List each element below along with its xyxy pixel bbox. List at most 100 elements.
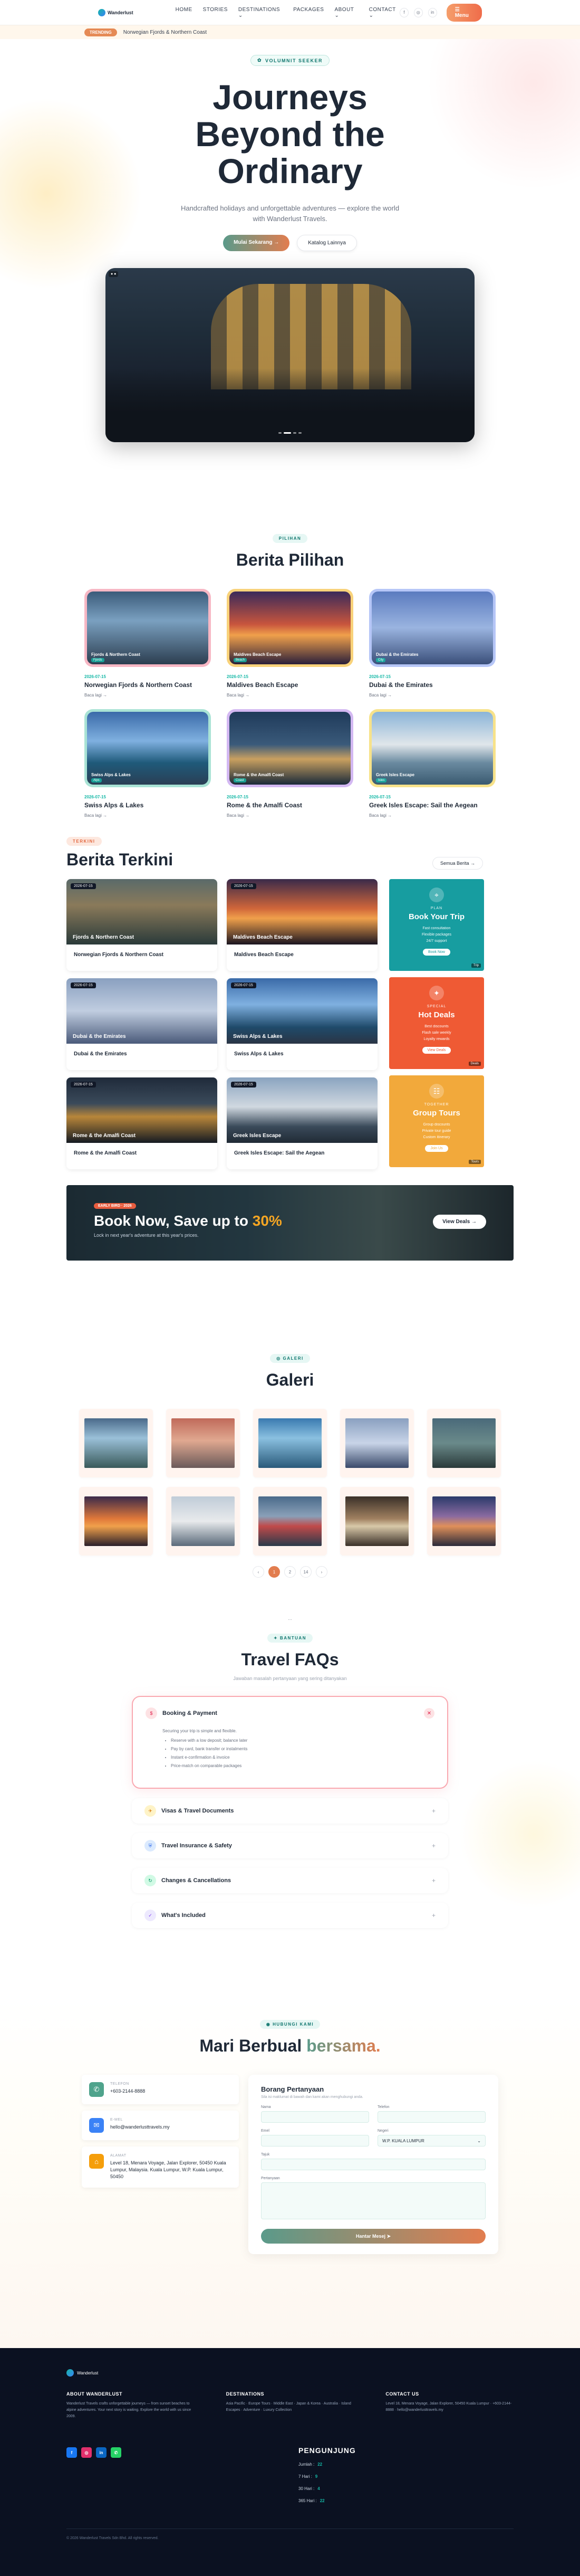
- gallery-image[interactable]: [171, 1496, 235, 1546]
- carousel-dot-active[interactable]: [284, 432, 291, 434]
- hero-catalog-button[interactable]: Katalog Lainnya: [297, 235, 357, 251]
- featured-card[interactable]: Rome & the Amalfi Coast Coast 2026-07-15 Ro…: [227, 709, 353, 818]
- gallery-image[interactable]: [171, 1418, 235, 1468]
- facebook-icon[interactable]: f: [66, 2447, 77, 2458]
- nav-item-about[interactable]: ABOUT ⌄: [334, 7, 358, 18]
- latest-card-image[interactable]: 2026-07-15 Rome & the Amalfi Coast: [66, 1077, 217, 1143]
- featured-card-title[interactable]: Norwegian Fjords & Northern Coast: [84, 681, 211, 689]
- latest-card-title[interactable]: Norwegian Fjords & Northern Coast: [66, 944, 217, 965]
- gallery-item[interactable]: [340, 1409, 414, 1477]
- featured-card[interactable]: Maldives Beach Escape Beach 2026-07-15 Mald…: [227, 589, 353, 698]
- featured-card-title[interactable]: Swiss Alps & Lakes: [84, 802, 211, 809]
- featured-card[interactable]: Dubai & the Emirates City 2026-07-15 Dubai …: [369, 589, 496, 698]
- gallery-item[interactable]: [79, 1409, 153, 1477]
- latest-card-image[interactable]: 2026-07-15 Fjords & Northern Coast: [66, 879, 217, 944]
- faq-item[interactable]: ↻ Changes & Cancellations +: [132, 1868, 448, 1893]
- nav-item-destinations[interactable]: DESTINATIONS ⌄: [238, 7, 283, 18]
- prev-page-icon[interactable]: ‹: [253, 1566, 264, 1578]
- read-more-link[interactable]: Baca lagi →: [227, 813, 353, 818]
- read-more-link[interactable]: Baca lagi →: [84, 693, 211, 698]
- gallery-item[interactable]: [166, 1409, 240, 1477]
- faq-item-open[interactable]: $ Booking & Payment ✕ Securing your trip…: [132, 1696, 448, 1789]
- read-more-link[interactable]: Baca lagi →: [369, 693, 496, 698]
- latest-card-image[interactable]: 2026-07-15 Swiss Alps & Lakes: [227, 978, 378, 1044]
- gallery-image[interactable]: [258, 1418, 322, 1468]
- featured-card-image[interactable]: Greek Isles Escape Isles: [372, 712, 493, 785]
- gallery-item[interactable]: [79, 1487, 153, 1556]
- phone-input[interactable]: [378, 2111, 486, 2123]
- gallery-image[interactable]: [345, 1496, 409, 1546]
- featured-card-image[interactable]: Dubai & the Emirates City: [372, 591, 493, 664]
- latest-card[interactable]: 2026-07-15 Fjords & Northern Coast Norwegi…: [66, 879, 217, 971]
- menu-button[interactable]: ☰ Menu: [446, 3, 482, 22]
- latest-card-title[interactable]: Swiss Alps & Lakes: [227, 1044, 378, 1064]
- featured-card-title[interactable]: Rome & the Amalfi Coast: [227, 802, 353, 809]
- contact-info-value[interactable]: Level 18, Menara Voyage, Jalan Explorer,…: [110, 2160, 231, 2180]
- banner-view-deals-button[interactable]: View Deals →: [433, 1215, 486, 1229]
- all-news-button[interactable]: Semua Berita →: [432, 857, 483, 870]
- promo-button[interactable]: Book Now: [423, 949, 450, 956]
- page-button[interactable]: 14: [300, 1566, 312, 1578]
- whatsapp-icon[interactable]: ✆: [111, 2447, 121, 2458]
- nav-item-packages[interactable]: PACKAGES: [293, 7, 324, 18]
- gallery-item[interactable]: [253, 1487, 327, 1556]
- state-select[interactable]: W.P. KUALA LUMPUR ⌄: [378, 2135, 486, 2146]
- featured-card-title[interactable]: Dubai & the Emirates: [369, 681, 496, 689]
- name-input[interactable]: [261, 2111, 369, 2123]
- hero-start-button[interactable]: Mulai Sekarang →: [223, 235, 290, 251]
- gallery-item[interactable]: [166, 1487, 240, 1556]
- faq-item[interactable]: ⛨ Travel Insurance & Safety +: [132, 1833, 448, 1858]
- read-more-link[interactable]: Baca lagi →: [369, 813, 496, 818]
- page-button[interactable]: 2: [284, 1566, 296, 1578]
- featured-card-title[interactable]: Maldives Beach Escape: [227, 681, 353, 689]
- featured-card-image[interactable]: Swiss Alps & Lakes Alps: [87, 712, 208, 785]
- latest-card-image[interactable]: 2026-07-15 Greek Isles Escape: [227, 1077, 378, 1143]
- linkedin-icon[interactable]: in: [428, 7, 437, 17]
- featured-card-image[interactable]: Rome & the Amalfi Coast Coast: [229, 712, 351, 785]
- hero-carousel[interactable]: ● ●: [105, 268, 475, 442]
- plus-icon[interactable]: +: [432, 1912, 436, 1919]
- gallery-item[interactable]: [340, 1487, 414, 1556]
- gallery-image[interactable]: [432, 1496, 496, 1546]
- nav-item-stories[interactable]: STORIES: [203, 7, 228, 18]
- instagram-icon[interactable]: ◎: [413, 7, 423, 17]
- latest-card-title[interactable]: Rome & the Amalfi Coast: [66, 1143, 217, 1163]
- contact-info-value[interactable]: hello@wanderlusttravels.my: [110, 2124, 170, 2131]
- gallery-item[interactable]: [253, 1409, 327, 1477]
- gallery-image[interactable]: [258, 1496, 322, 1546]
- read-more-link[interactable]: Baca lagi →: [227, 693, 353, 698]
- facebook-icon[interactable]: f: [399, 7, 409, 17]
- gallery-item[interactable]: [427, 1487, 501, 1556]
- latest-card[interactable]: 2026-07-15 Greek Isles Escape Greek Isles …: [227, 1077, 378, 1169]
- subject-input[interactable]: [261, 2159, 486, 2170]
- gallery-image[interactable]: [84, 1418, 148, 1468]
- featured-card[interactable]: Fjords & Northern Coast Fjords 2026-07-15 N…: [84, 589, 211, 698]
- latest-card-title[interactable]: Dubai & the Emirates: [66, 1044, 217, 1064]
- trending-text[interactable]: Norwegian Fjords & Northern Coast: [123, 30, 207, 35]
- contact-info-value[interactable]: +603-2144-8888: [110, 2088, 145, 2095]
- latest-card-title[interactable]: Maldives Beach Escape: [227, 944, 378, 965]
- close-icon[interactable]: ✕: [424, 1708, 434, 1719]
- featured-card[interactable]: Greek Isles Escape Isles 2026-07-15 Greek I…: [369, 709, 496, 818]
- faq-item[interactable]: ✓ What's Included +: [132, 1903, 448, 1928]
- next-page-icon[interactable]: ›: [316, 1566, 327, 1578]
- read-more-link[interactable]: Baca lagi →: [84, 813, 211, 818]
- latest-card[interactable]: 2026-07-15 Rome & the Amalfi Coast Rome & …: [66, 1077, 217, 1169]
- page-button-active[interactable]: 1: [268, 1566, 280, 1578]
- plus-icon[interactable]: +: [432, 1877, 436, 1884]
- faq-item[interactable]: ✈ Visas & Travel Documents +: [132, 1798, 448, 1824]
- latest-card[interactable]: 2026-07-15 Dubai & the Emirates Dubai & th…: [66, 978, 217, 1070]
- promo-button[interactable]: View Deals: [422, 1047, 451, 1054]
- footer-logo[interactable]: Wanderlust: [66, 2369, 514, 2377]
- gallery-image[interactable]: [345, 1418, 409, 1468]
- send-message-button[interactable]: Hantar Mesej ➤: [261, 2229, 486, 2244]
- latest-card[interactable]: 2026-07-15 Swiss Alps & Lakes Swiss Alps &…: [227, 978, 378, 1070]
- linkedin-icon[interactable]: in: [96, 2447, 107, 2458]
- plus-icon[interactable]: +: [432, 1807, 436, 1815]
- carousel-dot[interactable]: [298, 432, 302, 434]
- featured-card-image[interactable]: Maldives Beach Escape Beach: [229, 591, 351, 664]
- nav-item-home[interactable]: HOME: [176, 7, 192, 18]
- latest-card[interactable]: 2026-07-15 Maldives Beach Escape Maldives …: [227, 879, 378, 971]
- instagram-icon[interactable]: ◎: [81, 2447, 92, 2458]
- latest-card-image[interactable]: 2026-07-15 Dubai & the Emirates: [66, 978, 217, 1044]
